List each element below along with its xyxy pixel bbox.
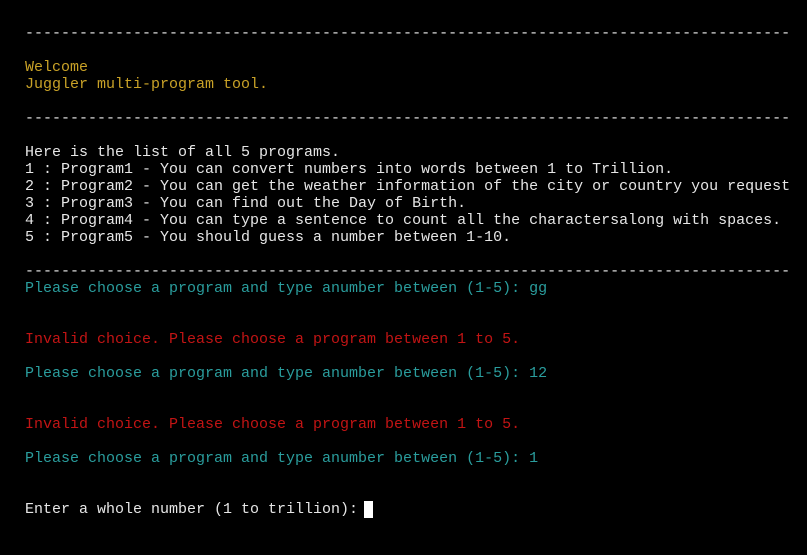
divider: ----------------------------------------… bbox=[25, 25, 791, 42]
welcome-text: Welcome bbox=[25, 59, 89, 76]
text-cursor[interactable] bbox=[364, 501, 374, 518]
tool-subtitle: Juggler multi-program tool. bbox=[25, 76, 269, 93]
choice-prompt: Please choose a program and type anumber… bbox=[25, 450, 539, 467]
divider: ----------------------------------------… bbox=[25, 110, 791, 127]
error-message: Invalid choice. Please choose a program … bbox=[25, 331, 521, 348]
number-input-line[interactable]: Enter a whole number (1 to trillion): bbox=[25, 501, 790, 518]
number-input-prompt: Enter a whole number (1 to trillion): bbox=[25, 501, 359, 518]
divider: ----------------------------------------… bbox=[25, 263, 791, 280]
program-item: 3 : Program3 - You can find out the Day … bbox=[25, 195, 467, 212]
program-item: 2 : Program2 - You can get the weather i… bbox=[25, 178, 791, 195]
program-item: 5 : Program5 - You should guess a number… bbox=[25, 229, 512, 246]
terminal-output[interactable]: ----------------------------------------… bbox=[25, 8, 790, 518]
programs-intro: Here is the list of all 5 programs. bbox=[25, 144, 341, 161]
program-item: 4 : Program4 - You can type a sentence t… bbox=[25, 212, 782, 229]
program-item: 1 : Program1 - You can convert numbers i… bbox=[25, 161, 674, 178]
choice-prompt: Please choose a program and type anumber… bbox=[25, 280, 548, 297]
error-message: Invalid choice. Please choose a program … bbox=[25, 416, 521, 433]
choice-prompt: Please choose a program and type anumber… bbox=[25, 365, 548, 382]
